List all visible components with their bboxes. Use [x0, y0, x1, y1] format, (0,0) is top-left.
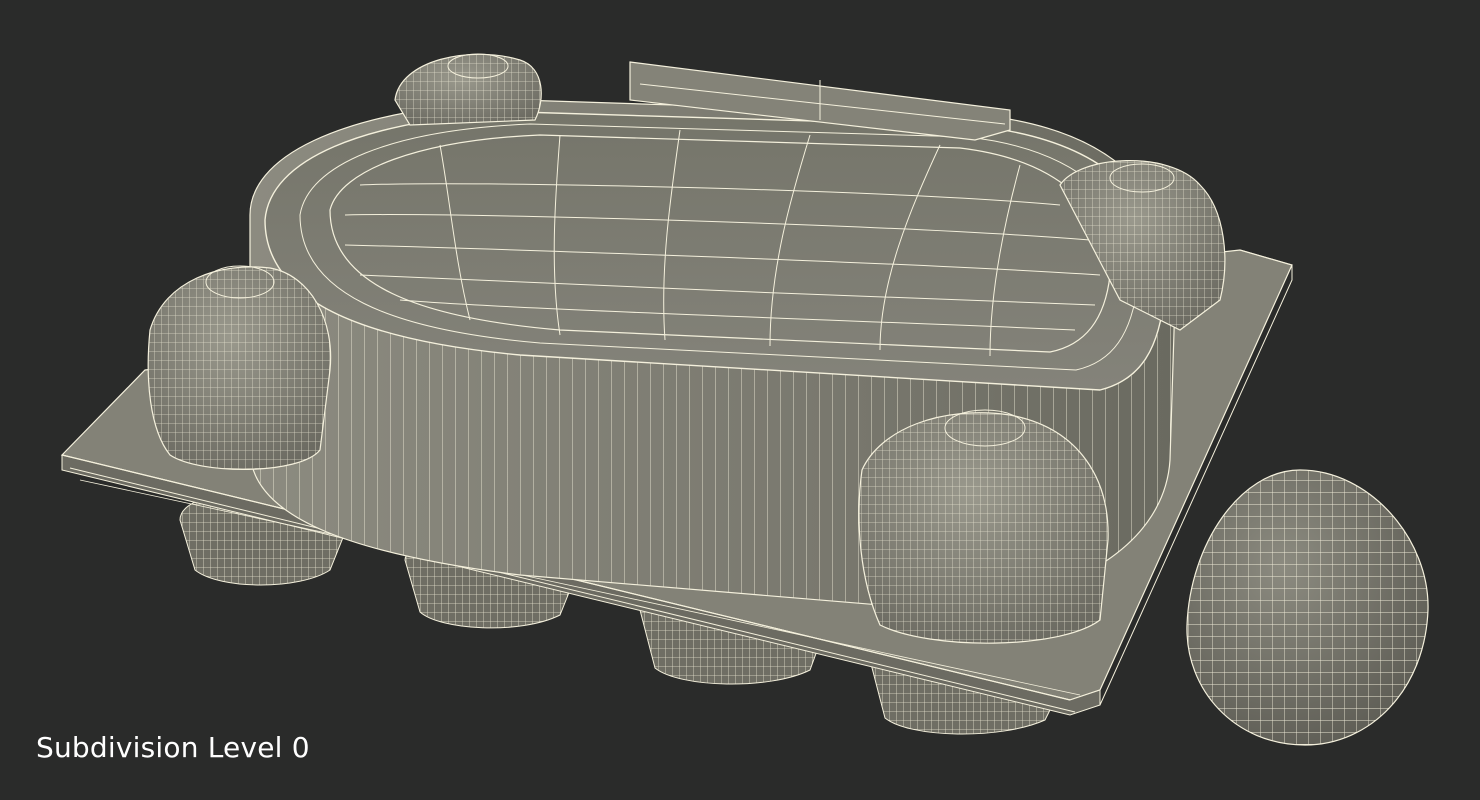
render-viewport: Subdivision Level 0: [0, 0, 1480, 800]
wireframe-render: [60, 53, 1429, 746]
subdivision-level-caption: Subdivision Level 0: [36, 731, 310, 764]
egg: [1186, 469, 1429, 746]
